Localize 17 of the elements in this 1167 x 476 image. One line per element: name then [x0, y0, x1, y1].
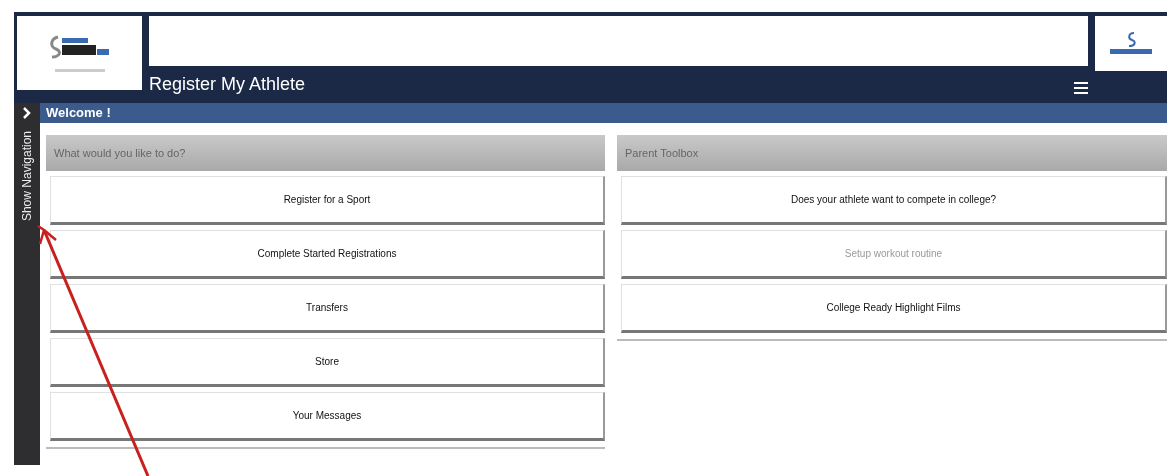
menu-icon[interactable] — [1074, 81, 1088, 94]
menu-tile[interactable]: Complete Started Registrations — [50, 230, 605, 279]
menu-tile[interactable]: Does your athlete want to compete in college? — [621, 176, 1167, 225]
welcome-bar: Welcome ! — [40, 103, 1167, 123]
tagline-icon — [54, 68, 105, 72]
logo-icon — [47, 34, 112, 59]
site-title: Register My Athlete — [149, 74, 306, 95]
partner-logo-icon — [1108, 30, 1154, 57]
menu-tile[interactable]: Your Messages — [50, 392, 605, 441]
menu-tile[interactable]: College Ready Highlight Films — [621, 284, 1167, 333]
show-navigation-button[interactable]: Show Navigation — [20, 131, 34, 222]
menu-tile[interactable]: Register for a Sport — [50, 176, 605, 225]
chevron-right-icon[interactable] — [23, 107, 31, 119]
menu-tile[interactable]: Store — [50, 338, 605, 387]
menu-tile[interactable]: Transfers — [50, 284, 605, 333]
panel-header: What would you like to do? — [46, 135, 605, 171]
panel-header: Parent Toolbox — [617, 135, 1167, 171]
